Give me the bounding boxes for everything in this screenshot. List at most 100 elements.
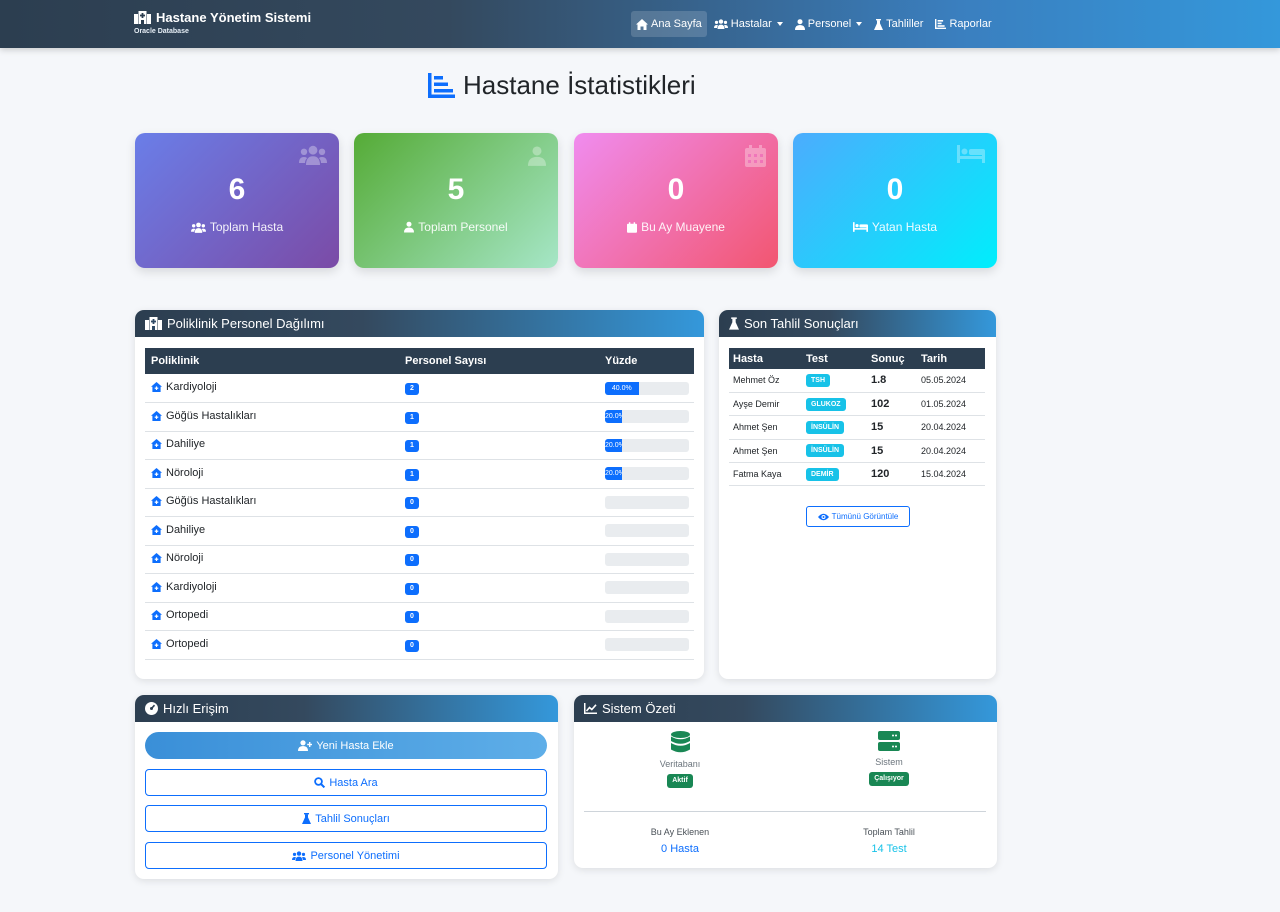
panel-header: Poliklinik Personel Dağılımı: [135, 310, 704, 337]
clinic-icon: [151, 610, 162, 621]
test-badge: İNSÜLİN: [806, 444, 844, 458]
monthly-added: Bu Ay Eklenen 0 Hasta: [580, 827, 780, 855]
bed-icon: [852, 222, 868, 232]
button-label: Personel Yönetimi: [310, 849, 400, 862]
result-date: 01.05.2024: [917, 392, 985, 417]
staff-management-button[interactable]: Personel Yönetimi: [145, 842, 547, 869]
staff-count-badge: 0: [405, 582, 419, 595]
panel-title: Poliklinik Personel Dağılımı: [167, 316, 325, 331]
panel-header: Sistem Özeti: [574, 695, 997, 722]
stat-card-patients: 6 Toplam Hasta: [135, 133, 339, 268]
total-tests-value: 14 Test: [871, 843, 907, 855]
lab-results-button[interactable]: Tahlil Sonuçları: [145, 805, 547, 832]
staff-count-badge: 0: [405, 554, 419, 567]
stat-value: 5: [447, 173, 465, 206]
view-all-button[interactable]: Tümünü Görüntüle: [806, 506, 910, 527]
brand[interactable]: Hastane Yönetim Sistemi Oracle Database: [134, 10, 311, 35]
panel-title: Son Tahlil Sonuçları: [744, 316, 859, 331]
eye-icon: [817, 513, 829, 521]
percent-bar: [605, 524, 689, 538]
staff-count-badge: 1: [405, 468, 419, 481]
percent-bar: [605, 638, 689, 652]
flask-icon: [874, 18, 884, 30]
clinic-icon: [151, 553, 162, 564]
column-header: Personel Sayısı: [399, 348, 599, 374]
navbar: Hastane Yönetim Sistemi Oracle Database …: [0, 0, 1280, 48]
clinic-icon: [151, 581, 162, 592]
database-label: Veritabanı: [659, 759, 701, 769]
percent-bar-fill: 20.0%: [605, 438, 622, 452]
percent-bar: 40.0%: [605, 381, 689, 395]
nav-staff[interactable]: Personel: [790, 11, 867, 37]
add-patient-button[interactable]: Yeni Hasta Ekle: [145, 732, 547, 759]
nav-home[interactable]: Ana Sayfa: [631, 11, 707, 37]
user-plus-icon: [298, 740, 313, 751]
user-doctor-icon: [404, 221, 415, 233]
table-row: Kardiyoloji 0: [145, 573, 694, 603]
database-icon: [670, 731, 690, 753]
stat-card-inpatients: 0 Yatan Hasta: [793, 133, 997, 268]
clinic-icon: [151, 524, 162, 535]
staff-count-badge: 0: [405, 497, 419, 510]
users-icon: [299, 145, 327, 165]
clinic-icon: [151, 496, 162, 507]
table-row: Nöroloji 1 20.0%: [145, 459, 694, 489]
table-row: Nöroloji 0: [145, 545, 694, 574]
search-patient-button[interactable]: Hasta Ara: [145, 769, 547, 796]
result-date: 20.04.2024: [917, 415, 985, 440]
system-label: Sistem: [875, 757, 903, 767]
clinic-table: Poliklinik Personel Sayısı Yüzde Kardiyo…: [145, 348, 694, 660]
clinic-distribution-panel: Poliklinik Personel Dağılımı Poliklinik …: [135, 310, 704, 679]
result-value: 102: [867, 392, 917, 417]
column-header: Poliklinik: [145, 348, 399, 374]
percent-bar: 20.0%: [605, 438, 689, 452]
divider: [584, 811, 986, 812]
system-status: Sistem Çalışıyor: [789, 731, 989, 786]
home-icon: [636, 18, 648, 30]
table-row: Mehmet Öz TSH 1.8 05.05.2024: [729, 369, 985, 393]
table-row: Göğüs Hastalıkları 1 20.0%: [145, 402, 694, 432]
brand-subtitle: Oracle Database: [134, 28, 189, 35]
stat-value: 0: [667, 173, 685, 206]
staff-count-badge: 1: [405, 411, 419, 424]
column-header: Hasta: [729, 348, 802, 369]
status-badge: Çalışıyor: [869, 772, 909, 786]
button-label: Yeni Hasta Ekle: [316, 739, 394, 752]
calendar-icon: [745, 145, 766, 167]
chart-bar-icon: [428, 73, 455, 98]
nav-reports[interactable]: Raporlar: [930, 11, 996, 37]
users-icon: [713, 19, 728, 29]
column-header: Test: [802, 348, 867, 369]
flask-icon: [302, 813, 312, 824]
button-label: Hasta Ara: [329, 776, 378, 789]
table-row: Dahiliye 1 20.0%: [145, 431, 694, 460]
percent-bar: [605, 552, 689, 566]
stat-label: Bu Ay Muayene: [641, 220, 725, 234]
gauge-icon: [145, 702, 158, 715]
lab-table: Hasta Test Sonuç Tarih Mehmet Öz TSH 1.8 05…: [729, 348, 985, 487]
result-date: 05.05.2024: [917, 369, 985, 393]
table-row: Ahmet Şen İNSÜLİN 15 20.04.2024: [729, 439, 985, 464]
result-value: 1.8: [867, 369, 917, 393]
nav-labs[interactable]: Tahliller: [869, 11, 928, 37]
stat-card-staff: 5 Toplam Personel: [354, 133, 558, 268]
nav-labs-label: Tahliller: [886, 18, 924, 30]
nav-staff-label: Personel: [807, 18, 852, 30]
result-value: 120: [867, 462, 917, 487]
chart-line-icon: [584, 703, 597, 714]
table-row: Ahmet Şen İNSÜLİN 15 20.04.2024: [729, 415, 985, 440]
monthly-added-value: 0 Hasta: [661, 843, 699, 855]
clinic-icon: [151, 439, 162, 450]
nav-patients[interactable]: Hastalar: [709, 11, 788, 37]
patient-name: Ahmet Şen: [729, 439, 802, 464]
clinic-name: Dahiliye: [166, 523, 206, 536]
patient-name: Fatma Kaya: [729, 462, 802, 487]
table-row: Ayşe Demir GLUKOZ 102 01.05.2024: [729, 392, 985, 417]
chevron-down-icon: [776, 22, 783, 26]
column-header: Tarih: [917, 348, 985, 369]
patient-name: Ayşe Demir: [729, 392, 802, 417]
panel-header: Son Tahlil Sonuçları: [719, 310, 996, 337]
chart-bar-icon: [935, 19, 947, 29]
brand-title: Hastane Yönetim Sistemi: [156, 10, 312, 25]
nav-home-label: Ana Sayfa: [651, 18, 702, 30]
